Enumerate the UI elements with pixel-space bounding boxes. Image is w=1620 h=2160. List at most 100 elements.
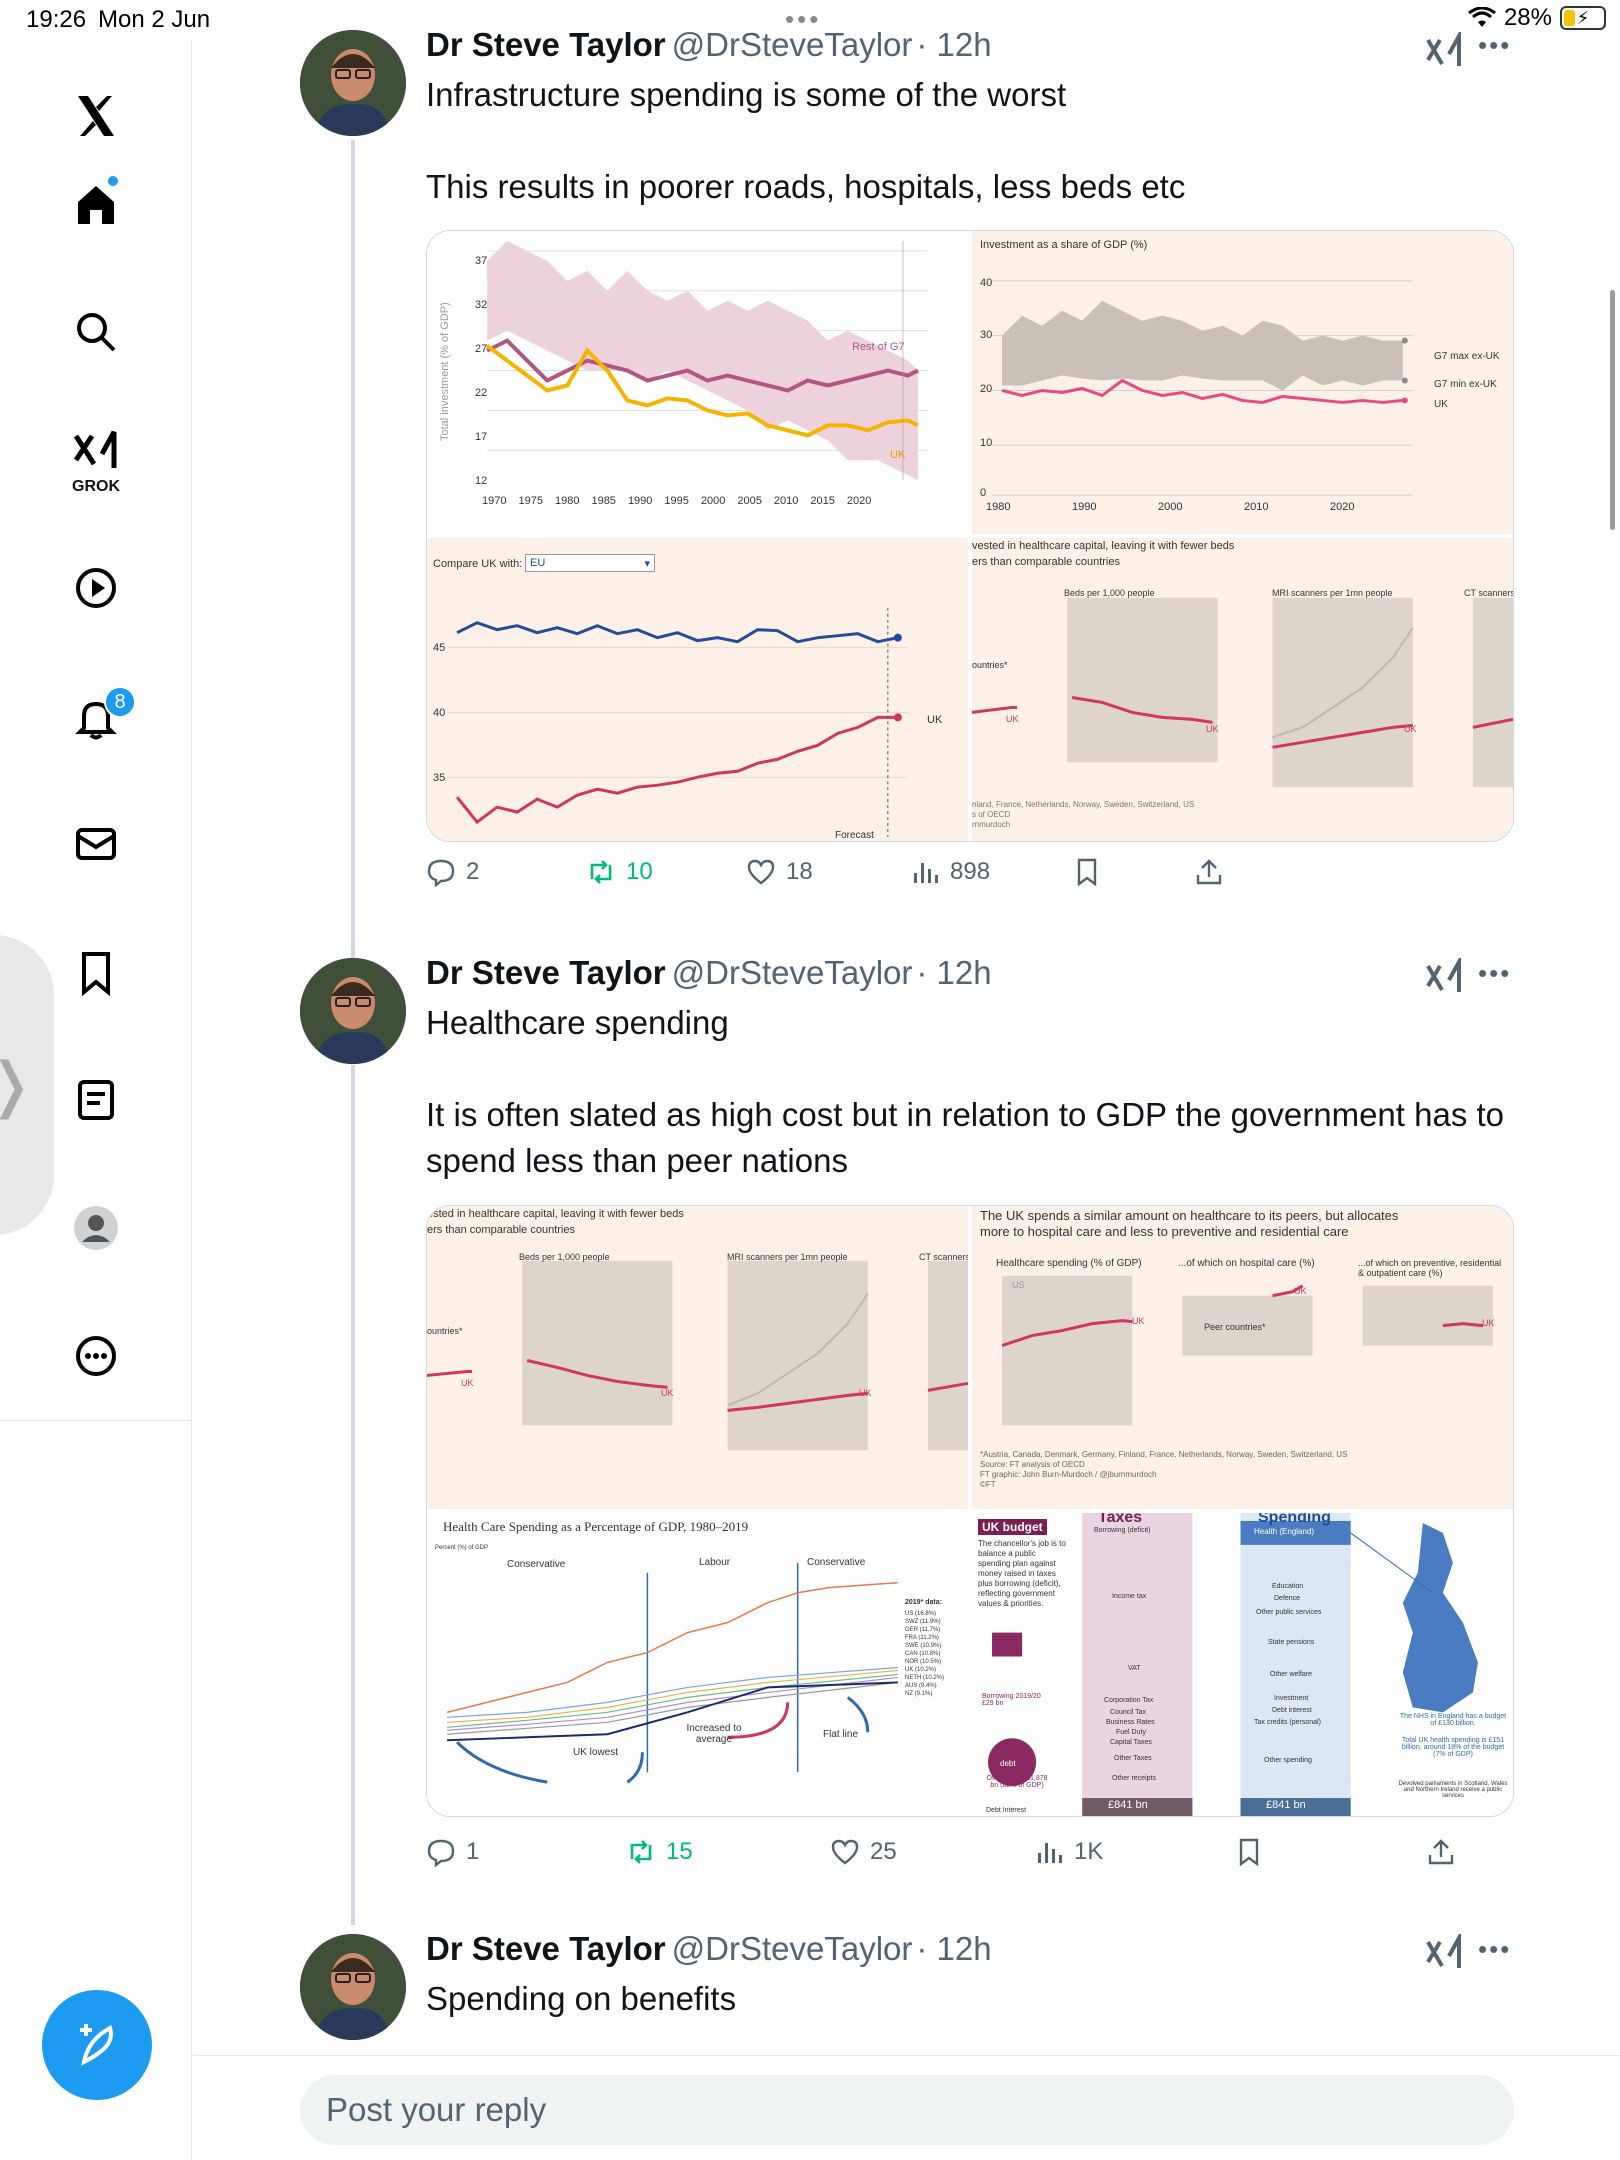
legend-item: NOR (10.5%) [905,1659,942,1665]
author-handle[interactable]: @DrSteveTaylor [672,26,913,63]
spend-item: Investment [1274,1695,1309,1702]
tweet-paragraph: It is often slated as high cost but in r… [426,1096,1505,1179]
repost-button[interactable]: 15 [626,1837,693,1867]
view-count: 898 [950,858,991,885]
more-options-icon[interactable]: ••• [1478,30,1511,61]
panel-title: MRI scanners per 1mn people [1272,588,1393,598]
chart-ylabel: Total investment (% of GDP) [439,302,451,441]
grok-icon[interactable] [70,426,122,478]
grok-explain-icon[interactable] [1424,958,1464,998]
like-button[interactable]: 18 [746,857,813,887]
tweet-media[interactable]: ested in healthcare capital, leaving it … [426,1205,1514,1817]
media-image-healthcare-peers[interactable]: The UK spends a similar amount on health… [972,1206,1513,1509]
series-label: ountries* [972,660,1008,670]
compose-button[interactable] [42,1990,152,2100]
era-label: Conservative [807,1557,866,1568]
legend-item: NZ (9.1%) [905,1691,933,1697]
grok-explain-icon[interactable] [1424,32,1464,72]
ytick: 30 [980,329,993,341]
author-avatar[interactable] [300,1934,406,2040]
reply-button[interactable]: 1 [426,1837,479,1867]
side-panel-handle[interactable]: ❭ [0,935,54,1235]
media-image-beds-scanners[interactable]: ested in healthcare capital, leaving it … [427,1206,968,1509]
tweet-time[interactable]: · 12h [916,1930,991,1967]
author-handle[interactable]: @DrSteveTaylor [672,1930,913,1967]
xtick: 1990 [1072,501,1097,513]
more-options-icon[interactable]: ••• [1478,958,1511,989]
legend-label: UK [1434,399,1448,410]
series-label: UK [1006,714,1019,724]
bookmark-icon [1077,858,1097,887]
ytick: 22 [475,387,488,399]
legend-item: FRA (11.2%) [905,1635,939,1641]
chart-title: Health Care Spending as a Percentage of … [443,1519,749,1534]
spend-item: Other spending [1264,1757,1312,1764]
source-note: ©FT [980,1480,996,1489]
share-button[interactable] [1194,857,1224,887]
author-handle[interactable]: @DrSteveTaylor [672,954,913,991]
battery-percent: 28% [1503,4,1552,31]
play-icon[interactable] [70,562,122,614]
tweet-time[interactable]: · 12h [916,26,991,63]
views-button[interactable]: 898 [910,857,990,887]
author-avatar[interactable] [300,30,406,136]
reply-input[interactable]: Post your reply [300,2075,1514,2145]
taxes-title: Taxes [1098,1513,1143,1526]
annotation: Flat line [823,1729,859,1740]
xtick: 2000 [1158,501,1183,513]
mail-icon[interactable] [70,818,122,870]
media-image-investment-g7[interactable]: Total investment (% of GDP) 37 32 27 22 … [427,231,968,534]
share-icon [1428,1839,1454,1865]
spend-item: State pensions [1268,1639,1315,1646]
bookmark-icon[interactable] [70,946,122,998]
tax-item: Other Taxes [1114,1755,1152,1762]
legend-item: CAN (10.8%) [905,1651,941,1657]
ytick: 45 [433,642,446,654]
series-label: UK [1294,1286,1307,1296]
chart-legend: US (16.8%) SWZ (11.9%) GER (11.7%) FRA (… [905,1611,944,1697]
chart-title: The UK spends a similar amount on health… [980,1208,1399,1223]
series-label: UK [1132,1316,1145,1326]
media-image-compare-eu[interactable]: Compare UK with: EU ▾ 45 40 35 UK Forecas… [427,538,968,841]
grok-explain-icon[interactable] [1424,1934,1464,1974]
author-name[interactable]: Dr Steve Taylor [426,954,666,991]
profile-icon[interactable] [70,1202,122,1254]
spend-item: Defence [1274,1595,1301,1602]
xtick: 1985 [591,495,616,507]
bookmark-button[interactable] [1234,1837,1264,1867]
series-label: UK [1206,724,1219,734]
tweet-paragraph: This results in poorer roads, hospitals,… [426,168,1186,205]
media-image-investment-share[interactable]: Investment as a share of GDP (%) 40 30 2… [972,231,1513,534]
repost-button[interactable]: 10 [586,857,653,887]
media-image-health-spending-1980-2019[interactable]: Health Care Spending as a Percentage of … [427,1513,968,1816]
xtick: 1980 [986,501,1011,513]
compare-select[interactable]: EU ▾ [525,554,655,572]
scrollbar[interactable] [1610,290,1615,530]
tweet-paragraph: Infrastructure spending is some of the w… [426,76,1067,113]
more-icon[interactable] [70,1330,122,1382]
like-button[interactable]: 25 [830,1837,897,1867]
nhs-note: The NHS in England has a budget of £130 … [1399,1713,1507,1727]
article-icon[interactable] [70,1074,122,1126]
author-name[interactable]: Dr Steve Taylor [426,1930,666,1967]
like-count: 25 [870,1838,897,1865]
more-options-icon[interactable]: ••• [1478,1934,1511,1965]
media-image-beds-scanners[interactable]: vested in healthcare capital, leaving it… [972,538,1513,841]
author-avatar[interactable] [300,958,406,1064]
author-name[interactable]: Dr Steve Taylor [426,26,666,63]
reply-button[interactable]: 2 [426,857,479,887]
legend-label: G7 min ex-UK [1434,379,1497,390]
views-button[interactable]: 1K [1034,1837,1103,1867]
chart-subtitle: ers than comparable countries [427,1224,575,1236]
tweet-time[interactable]: · 12h [916,954,991,991]
tweet-text: Spending on benefits [426,1976,1506,2022]
legend-item: US (16.8%) [905,1611,937,1617]
media-image-uk-budget[interactable]: UK budget The chancellor's job is to bal… [972,1513,1513,1816]
search-icon[interactable] [70,306,122,358]
tweet-media[interactable]: Total investment (% of GDP) 37 32 27 22 … [426,230,1514,842]
bookmark-button[interactable] [1072,857,1102,887]
share-button[interactable] [1426,1837,1456,1867]
borrowing-label: Borrowing 2019/20 £29 bn [982,1693,1041,1707]
x-logo-icon[interactable] [70,90,122,142]
charging-icon: ⚡ [1576,7,1590,28]
